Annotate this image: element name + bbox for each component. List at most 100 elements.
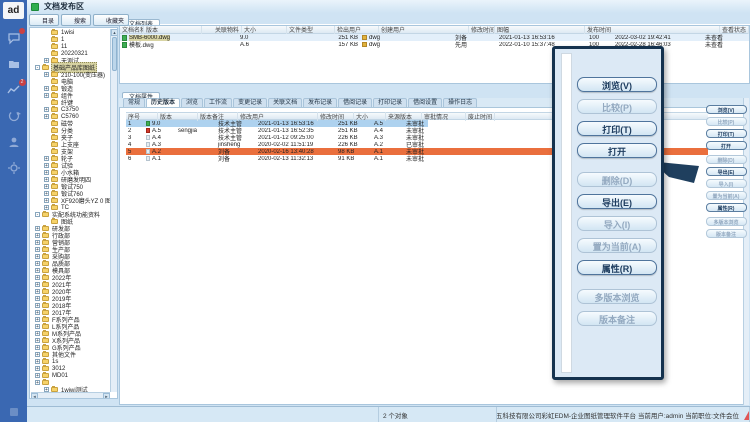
scroll-left-icon[interactable]: ◄ xyxy=(31,393,38,399)
expander-icon[interactable]: + xyxy=(44,156,49,161)
column-header[interactable]: 检出用户 xyxy=(335,25,379,34)
expander-icon[interactable]: + xyxy=(44,107,49,112)
expander-icon[interactable]: + xyxy=(35,254,40,259)
props-tab-item[interactable]: 操作日志 xyxy=(443,98,477,107)
expander-icon[interactable]: + xyxy=(35,352,40,357)
users-icon[interactable] xyxy=(7,135,21,149)
props-tab-item[interactable]: 借阅设置 xyxy=(408,98,442,107)
expander-icon[interactable]: + xyxy=(35,268,40,273)
settings-gear-icon[interactable] xyxy=(7,161,21,175)
tree-toolbar-tab[interactable]: 搜索 xyxy=(61,14,91,26)
expander-icon[interactable]: + xyxy=(35,247,40,252)
expander-icon[interactable]: - xyxy=(35,212,40,217)
column-header[interactable]: 版本 xyxy=(158,112,198,121)
action-button[interactable]: 浏览(V) xyxy=(577,77,657,92)
expander-icon[interactable]: + xyxy=(35,366,40,371)
action-button[interactable]: 版本备注 xyxy=(577,311,657,326)
props-tab-item[interactable]: 变更记录 xyxy=(233,98,267,107)
action-button[interactable]: 置为当前(A) xyxy=(577,238,657,253)
version-action-button[interactable]: 浏览(V) xyxy=(706,105,747,114)
version-action-button[interactable]: 版本备注 xyxy=(706,229,747,238)
version-action-button[interactable]: 导出(E) xyxy=(706,167,747,176)
expander-icon[interactable]: + xyxy=(44,114,49,119)
expander-icon[interactable]: + xyxy=(44,198,49,203)
column-header[interactable]: 废止时间 xyxy=(466,112,495,121)
tree-node[interactable]: 纤键 xyxy=(31,99,110,106)
expander-icon[interactable]: + xyxy=(35,233,40,238)
expander-icon[interactable]: + xyxy=(35,303,40,308)
expander-icon[interactable]: + xyxy=(44,170,49,175)
action-button[interactable]: 删除(D) xyxy=(577,172,657,187)
resize-grip-icon[interactable] xyxy=(744,411,749,420)
scrollbar-thumb[interactable] xyxy=(112,37,117,71)
expander-icon[interactable]: + xyxy=(44,191,49,196)
tree-node[interactable]: + C3750 xyxy=(31,106,110,113)
expander-icon[interactable]: + xyxy=(35,296,40,301)
scroll-right-icon[interactable]: ► xyxy=(103,393,110,399)
tree-vertical-scrollbar[interactable]: ▲ xyxy=(110,29,117,392)
version-action-button[interactable]: 导入(I) xyxy=(706,179,747,188)
column-header[interactable]: 大小 xyxy=(354,112,386,121)
tree-node[interactable]: + 1s xyxy=(31,358,110,365)
tree-node[interactable]: + 3012 xyxy=(31,365,110,372)
expander-icon[interactable]: + xyxy=(35,317,40,322)
expander-icon[interactable]: + xyxy=(35,331,40,336)
column-header[interactable]: 文件类型 xyxy=(287,25,335,34)
props-tab-item[interactable]: 工作流 xyxy=(204,98,232,107)
action-button[interactable]: 属性(R) xyxy=(577,260,657,275)
messages-icon[interactable] xyxy=(7,31,21,45)
version-action-button[interactable]: 打印(T) xyxy=(706,129,747,138)
column-header[interactable]: 大小 xyxy=(242,25,287,34)
column-header[interactable]: 图幅 xyxy=(495,25,585,34)
expander-icon[interactable]: + xyxy=(35,240,40,245)
action-button[interactable]: 多版本浏览 xyxy=(577,289,657,304)
expander-icon[interactable]: + xyxy=(44,163,49,168)
expander-icon[interactable]: + xyxy=(44,93,49,98)
tree-node[interactable]: 11 xyxy=(31,43,110,50)
sync-icon[interactable] xyxy=(7,109,21,123)
expander-icon[interactable]: + xyxy=(44,86,49,91)
props-tab-item[interactable]: 发布记录 xyxy=(303,98,337,107)
props-tab-item[interactable]: 浏览 xyxy=(181,98,203,107)
tree-node[interactable]: + 其他文件 xyxy=(31,351,110,358)
tree-node[interactable]: + MD01 xyxy=(31,372,110,379)
scroll-up-icon[interactable]: ▲ xyxy=(111,29,118,36)
props-tab-item[interactable]: 关联文档 xyxy=(268,98,302,107)
expander-icon[interactable]: + xyxy=(35,324,40,329)
tree-toolbar-tab[interactable]: 收藏夹 xyxy=(93,14,129,26)
props-tab-item[interactable]: 借阅记录 xyxy=(338,98,372,107)
column-header[interactable]: 关联物料 xyxy=(202,25,242,34)
expander-icon[interactable]: + xyxy=(35,282,40,287)
tree-node[interactable]: 1 xyxy=(31,36,110,43)
expander-icon[interactable]: + xyxy=(35,380,40,385)
expander-icon[interactable]: + xyxy=(44,177,49,182)
action-button[interactable]: 打印(T) xyxy=(577,121,657,136)
expander-icon[interactable]: - xyxy=(35,65,40,70)
expander-icon[interactable]: + xyxy=(35,345,40,350)
expander-icon[interactable]: + xyxy=(44,72,49,77)
version-action-button[interactable]: 属性(R) xyxy=(706,203,747,212)
expander-icon[interactable]: + xyxy=(35,275,40,280)
action-button[interactable]: 导入(I) xyxy=(577,216,657,231)
version-action-button[interactable]: 置为当前(A) xyxy=(706,191,747,200)
action-button[interactable]: 打开 xyxy=(577,143,657,158)
version-action-button[interactable]: 打开 xyxy=(706,141,747,150)
version-action-button[interactable]: 删除(D) xyxy=(706,155,747,164)
documents-icon[interactable] xyxy=(7,57,21,71)
tree-node[interactable]: + XF920磨头YZ 0 图纸 xyxy=(31,197,110,204)
column-header[interactable]: 发布时间 xyxy=(585,25,720,34)
props-tab-item[interactable]: 常规 xyxy=(123,98,145,107)
version-action-button[interactable]: 比较(P) xyxy=(706,117,747,126)
expander-icon[interactable]: + xyxy=(35,359,40,364)
expander-icon[interactable]: + xyxy=(35,261,40,266)
column-header[interactable]: 版本 xyxy=(144,25,202,34)
expander-icon[interactable]: + xyxy=(44,58,49,63)
column-header[interactable]: 文档名称 ~ xyxy=(120,25,144,34)
expander-icon[interactable]: + xyxy=(35,310,40,315)
action-button[interactable]: 导出(E) xyxy=(577,194,657,209)
column-header[interactable]: 序号 xyxy=(126,112,158,121)
tree-horizontal-scrollbar[interactable]: ◄ ► xyxy=(31,392,110,398)
expander-icon[interactable]: + xyxy=(35,373,40,378)
expander-icon[interactable]: + xyxy=(35,226,40,231)
expander-icon[interactable]: + xyxy=(35,289,40,294)
